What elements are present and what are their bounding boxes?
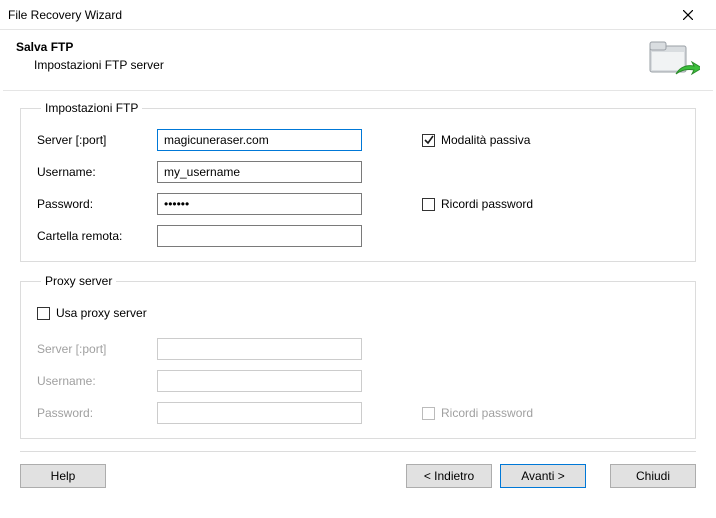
ftp-remote-folder-label: Cartella remota: (37, 229, 157, 243)
ftp-server-input[interactable] (157, 129, 362, 151)
ftp-password-input[interactable] (157, 193, 362, 215)
ftp-password-label: Password: (37, 197, 157, 211)
wizard-header: Salva FTP Impostazioni FTP server (0, 30, 716, 90)
wizard-footer: Help < Indietro Avanti > Chiudi (0, 452, 716, 500)
proxy-username-input (157, 370, 362, 392)
ftp-settings-group: Impostazioni FTP Server [:port] Modalità… (20, 101, 696, 262)
use-proxy-label: Usa proxy server (56, 306, 147, 320)
passive-mode-checkbox[interactable] (422, 134, 435, 147)
close-icon[interactable] (668, 1, 708, 29)
help-button[interactable]: Help (20, 464, 106, 488)
use-proxy-checkbox[interactable] (37, 307, 50, 320)
ftp-remote-folder-input[interactable] (157, 225, 362, 247)
proxy-password-label: Password: (37, 406, 157, 420)
window-title: File Recovery Wizard (8, 8, 122, 22)
next-button[interactable]: Avanti > (500, 464, 586, 488)
proxy-settings-group: Proxy server Usa proxy server Server [:p… (20, 274, 696, 439)
proxy-server-label: Server [:port] (37, 342, 157, 356)
ftp-server-label: Server [:port] (37, 133, 157, 147)
passive-mode-label: Modalità passiva (441, 133, 530, 147)
proxy-remember-password-label: Ricordi password (441, 406, 533, 420)
ftp-legend: Impostazioni FTP (41, 101, 142, 115)
ftp-username-input[interactable] (157, 161, 362, 183)
ftp-username-label: Username: (37, 165, 157, 179)
page-subtitle: Impostazioni FTP server (16, 58, 164, 72)
proxy-username-label: Username: (37, 374, 157, 388)
titlebar: File Recovery Wizard (0, 0, 716, 30)
back-button[interactable]: < Indietro (406, 464, 492, 488)
remember-password-label: Ricordi password (441, 197, 533, 211)
ftp-folder-icon (646, 38, 700, 80)
remember-password-checkbox[interactable] (422, 198, 435, 211)
proxy-server-input (157, 338, 362, 360)
proxy-legend: Proxy server (41, 274, 116, 288)
proxy-remember-password-checkbox (422, 407, 435, 420)
proxy-password-input (157, 402, 362, 424)
page-title: Salva FTP (16, 40, 164, 54)
close-button[interactable]: Chiudi (610, 464, 696, 488)
